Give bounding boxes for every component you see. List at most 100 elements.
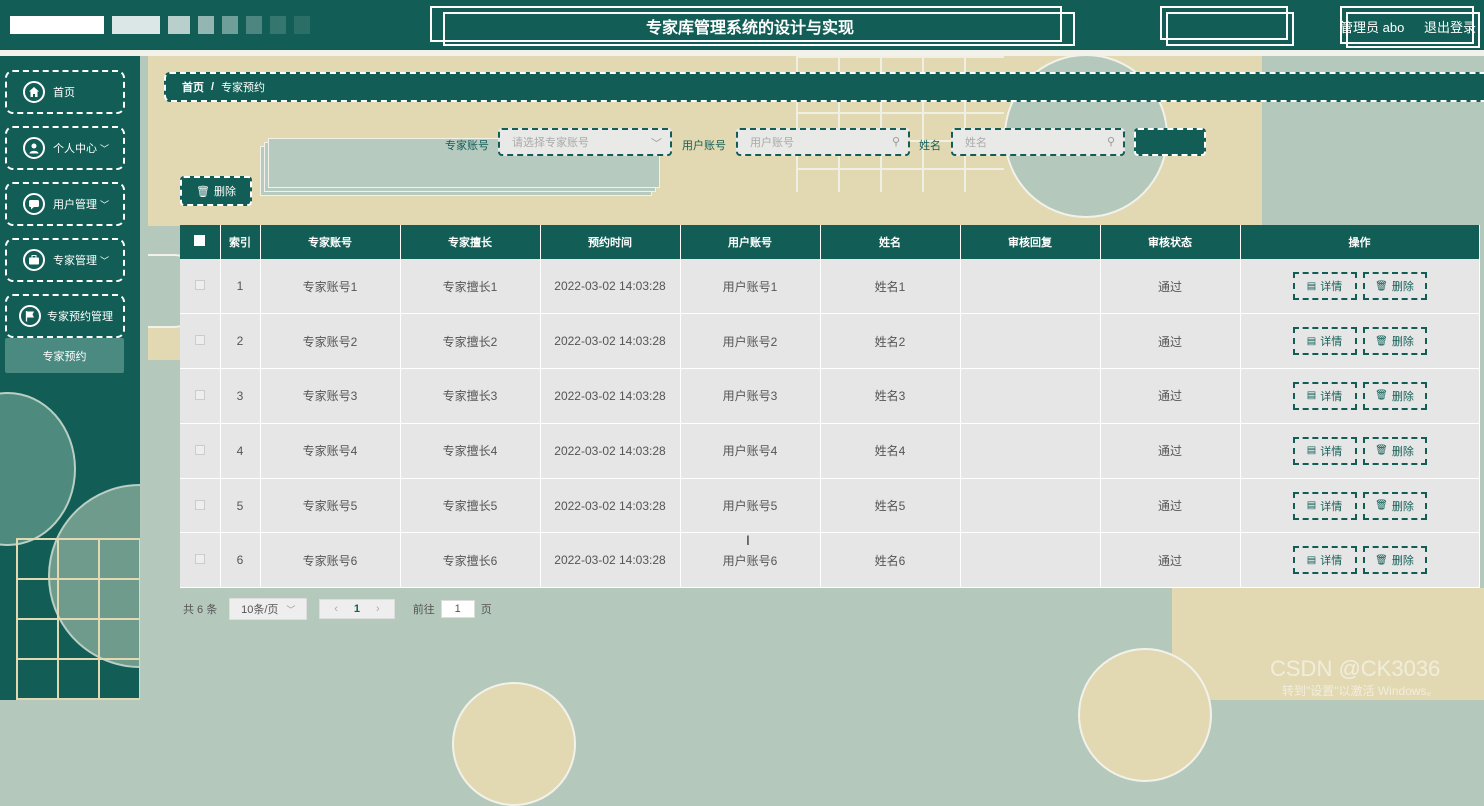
column-header: 操作 bbox=[1240, 225, 1480, 259]
cell-name: 姓名1 bbox=[820, 259, 961, 315]
query-label: 查询 bbox=[1165, 137, 1188, 149]
row-checkbox[interactable] bbox=[194, 389, 205, 400]
detail-button[interactable]: ▤ 详情 bbox=[1292, 436, 1357, 465]
sidebar-grid bbox=[16, 538, 140, 700]
detail-button[interactable]: ▤ 详情 bbox=[1292, 327, 1357, 356]
sidebar-subitem-appointment[interactable]: 专家预约 bbox=[5, 338, 124, 373]
page-size-select[interactable]: 10条/页 ﹀ bbox=[229, 598, 308, 620]
sidebar-item-appointment-management[interactable]: 专家预约管理 bbox=[5, 294, 125, 338]
detail-button[interactable]: ▤ 详情 bbox=[1292, 272, 1357, 301]
row-checkbox[interactable] bbox=[194, 335, 205, 346]
prev-page-icon[interactable]: ‹ bbox=[334, 603, 338, 615]
sidebar-item-user-management[interactable]: 用户管理 ﹀ bbox=[5, 182, 125, 226]
row-select-cell bbox=[180, 259, 221, 315]
cell-expert-account: 专家账号6 bbox=[260, 532, 401, 589]
home-icon bbox=[23, 81, 45, 103]
sidebar-item-label: 用户管理 bbox=[53, 199, 97, 211]
document-icon: ▤ bbox=[1306, 390, 1317, 402]
cell-expertise: 专家擅长4 bbox=[400, 423, 541, 479]
row-checkbox[interactable] bbox=[194, 554, 205, 565]
row-checkbox[interactable] bbox=[194, 499, 205, 510]
sidebar-item-expert-management[interactable]: 专家管理 ﹀ bbox=[5, 238, 125, 282]
cell-index: 4 bbox=[220, 423, 261, 479]
user-account-input[interactable]: 用户账号 ⚲ bbox=[736, 128, 910, 156]
row-checkbox[interactable] bbox=[194, 280, 205, 291]
breadcrumb-home[interactable]: 首页 bbox=[182, 79, 204, 95]
column-header: 预约时间 bbox=[540, 225, 681, 259]
cell-index: 5 bbox=[220, 478, 261, 534]
breadcrumb-current: 专家预约 bbox=[221, 82, 266, 94]
chevron-down-icon: ﹀ bbox=[100, 143, 110, 154]
column-header: 审核状态 bbox=[1100, 225, 1241, 259]
row-checkbox[interactable] bbox=[194, 444, 205, 455]
next-page-icon[interactable]: › bbox=[376, 603, 380, 615]
detail-button[interactable]: ▤ 详情 bbox=[1292, 546, 1357, 575]
delete-button[interactable]: 🗑 删除 bbox=[1362, 491, 1427, 520]
delete-button-label: 删除 bbox=[1391, 555, 1414, 568]
query-button[interactable]: ⚲ 查询 bbox=[1134, 128, 1206, 156]
cell-expert-account: 专家账号4 bbox=[260, 423, 401, 479]
expert-account-select[interactable]: 请选择专家账号 ﹀ bbox=[498, 128, 672, 156]
cell-status: 通过 bbox=[1100, 313, 1241, 370]
cell-time: 2022-03-02 14:03:28 bbox=[540, 532, 681, 589]
breadcrumb: 首页 / 专家预约 bbox=[164, 72, 1484, 102]
table-row: 4 专家账号4 专家擅长4 2022-03-02 14:03:28 用户账号4 姓名4 通过… bbox=[180, 423, 1480, 479]
sidebar-item-personal-center[interactable]: 个人中心 ﹀ bbox=[5, 126, 125, 170]
cell-reply bbox=[960, 368, 1101, 424]
goto-page-input[interactable]: 1 bbox=[440, 600, 475, 618]
current-page[interactable]: 1 bbox=[354, 603, 360, 615]
cell-expertise: 专家擅长1 bbox=[400, 259, 541, 315]
table-row: 1 专家账号1 专家擅长1 2022-03-02 14:03:28 用户账号1 姓名1 通过… bbox=[180, 259, 1480, 315]
cell-reply bbox=[960, 313, 1101, 370]
appointment-table: 索引 专家账号 专家擅长 预约时间 用户账号 姓名 审核回复 审核状态 操作 1… bbox=[180, 225, 1480, 589]
document-icon: ▤ bbox=[1306, 445, 1317, 457]
trash-icon: 🗑 bbox=[1375, 445, 1388, 457]
table-row: 3 专家账号3 专家擅长3 2022-03-02 14:03:28 用户账号3 姓名3 通过… bbox=[180, 368, 1480, 424]
delete-button[interactable]: 🗑 删除 bbox=[1362, 546, 1427, 575]
sidebar: 首页 个人中心 ﹀ 用户管理 ﹀ 专家管理 ﹀ 专家预约管理 专家预约 bbox=[0, 56, 140, 700]
detail-button-label: 详情 bbox=[1320, 390, 1343, 403]
select-all-cell bbox=[180, 225, 221, 259]
cell-time: 2022-03-02 14:03:28 bbox=[540, 423, 681, 479]
cell-user-account: 用户账号4 bbox=[680, 423, 821, 479]
goto-page-value: 1 bbox=[454, 603, 461, 615]
cell-index: 6 bbox=[220, 532, 261, 589]
trash-icon: 🗑 bbox=[1375, 280, 1388, 292]
page-title: 专家库管理系统的设计与实现 bbox=[645, 20, 854, 37]
cell-time: 2022-03-02 14:03:28 bbox=[540, 313, 681, 370]
cell-name: 姓名3 bbox=[820, 368, 961, 424]
cell-index: 1 bbox=[220, 259, 261, 315]
select-all-checkbox[interactable] bbox=[194, 235, 206, 246]
chevron-down-icon: ﹀ bbox=[651, 138, 662, 150]
header-divider bbox=[0, 50, 1484, 56]
cell-user-account: 用户账号6 bbox=[680, 532, 821, 589]
cell-time: 2022-03-02 14:03:28 bbox=[540, 478, 681, 534]
delete-button[interactable]: 🗑 删除 bbox=[1362, 381, 1427, 410]
detail-button-label: 详情 bbox=[1320, 445, 1343, 458]
cell-user-account: 用户账号2 bbox=[680, 313, 821, 370]
cell-actions: ▤ 详情 🗑 删除 bbox=[1240, 259, 1480, 315]
name-input[interactable]: 姓名 ⚲ bbox=[951, 128, 1125, 156]
cell-time: 2022-03-02 14:03:28 bbox=[540, 259, 681, 315]
detail-button-label: 详情 bbox=[1320, 500, 1343, 513]
trash-icon: 🗑 bbox=[196, 185, 210, 198]
delete-button[interactable]: 🗑 删除 bbox=[1362, 272, 1427, 301]
detail-button[interactable]: ▤ 详情 bbox=[1292, 491, 1357, 520]
cell-actions: ▤ 详情 🗑 删除 bbox=[1240, 423, 1480, 479]
logout-link[interactable]: 退出登录 bbox=[1424, 17, 1476, 36]
sidebar-item-label: 个人中心 bbox=[53, 143, 97, 155]
detail-button-label: 详情 bbox=[1320, 281, 1343, 294]
detail-button[interactable]: ▤ 详情 bbox=[1292, 381, 1357, 410]
delete-button[interactable]: 🗑 删除 bbox=[1362, 327, 1427, 356]
watermark: CSDN @CK3036 bbox=[1270, 656, 1441, 681]
admin-name: 管理员 abo bbox=[1340, 20, 1405, 35]
expert-account-label: 专家账号 bbox=[445, 140, 489, 152]
sidebar-item-home[interactable]: 首页 bbox=[5, 70, 125, 114]
delete-button[interactable]: 🗑 删除 bbox=[1362, 436, 1427, 465]
batch-delete-button[interactable]: 🗑 删除 bbox=[180, 176, 252, 206]
cell-actions: ▤ 详情 🗑 删除 bbox=[1240, 368, 1480, 424]
cell-expertise: 专家擅长5 bbox=[400, 478, 541, 534]
expert-account-placeholder: 请选择专家账号 bbox=[512, 137, 589, 149]
detail-button-label: 详情 bbox=[1320, 336, 1343, 349]
row-select-cell bbox=[180, 423, 221, 479]
